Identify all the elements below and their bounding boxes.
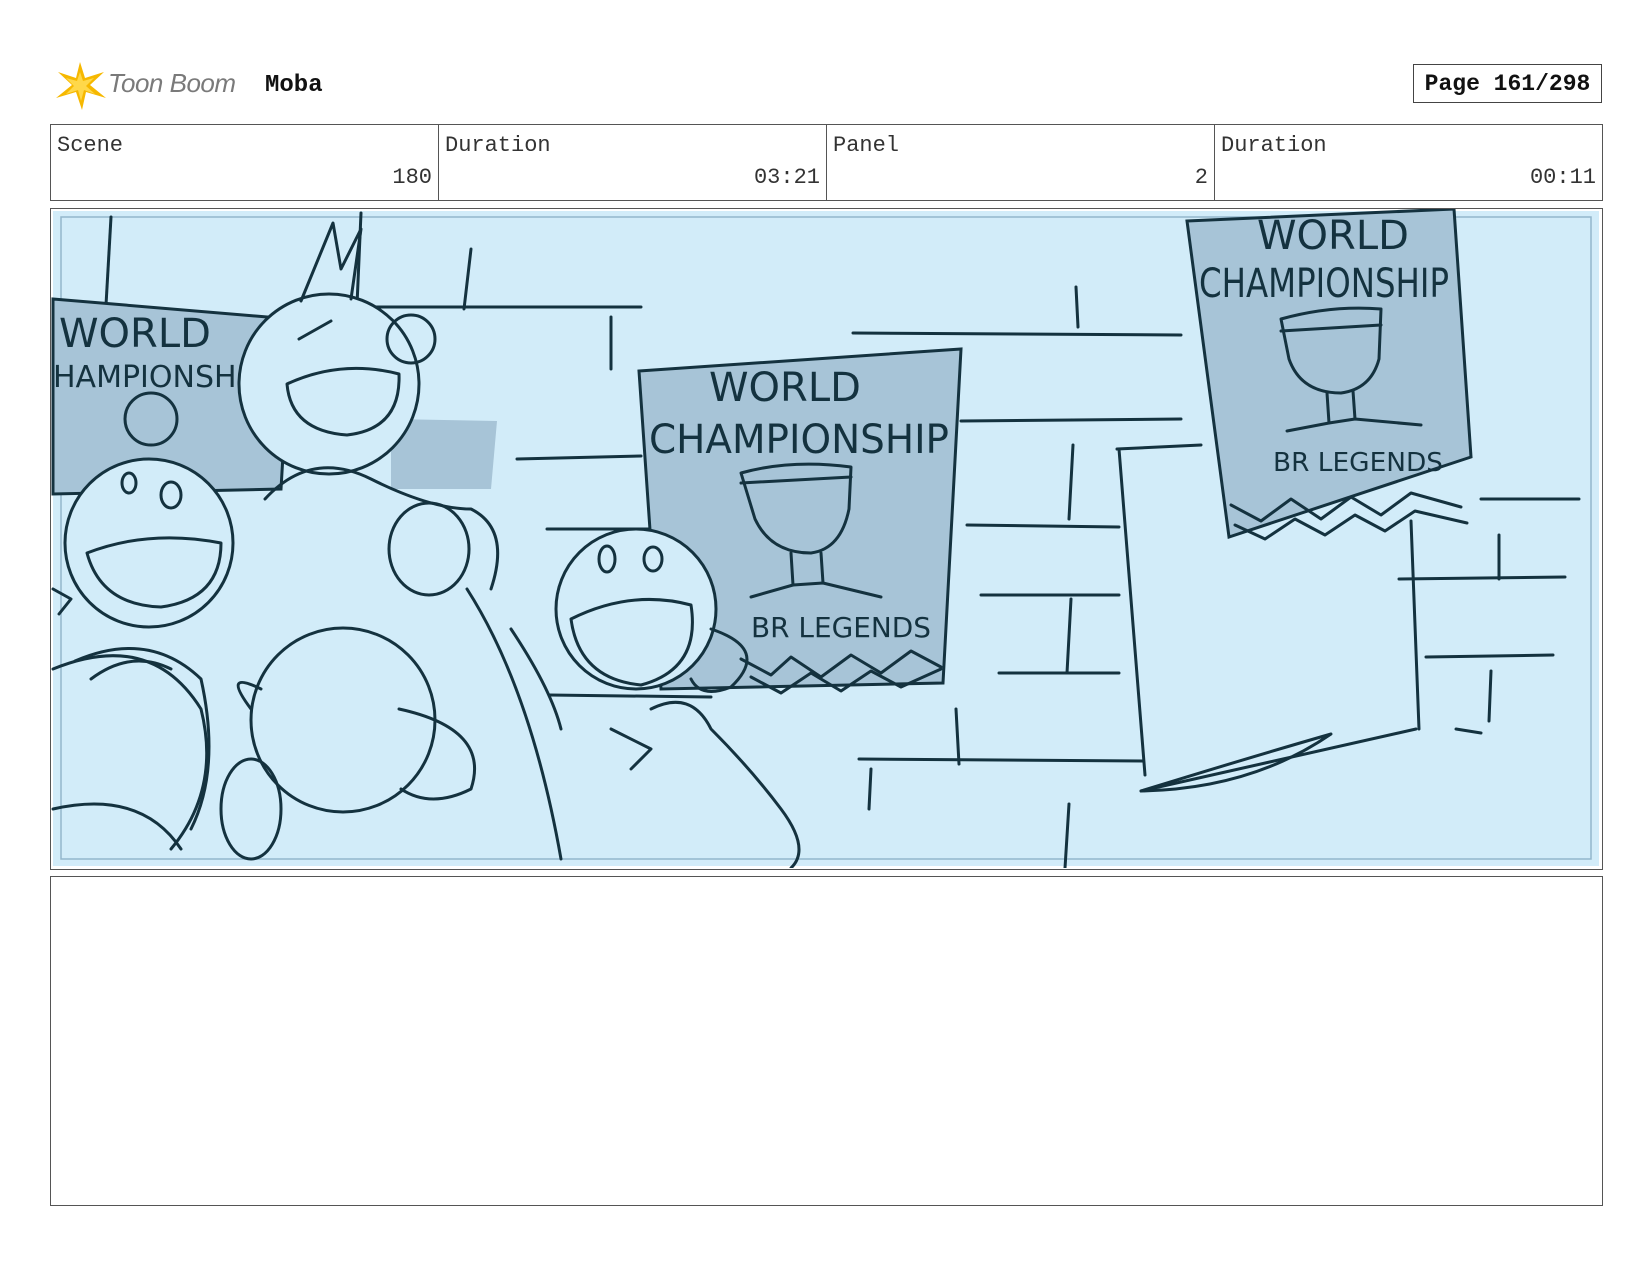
poster-center-line3: BR LEGENDS xyxy=(751,611,931,644)
toon-boom-logo: Toon Boom xyxy=(52,58,252,112)
project-title: Moba xyxy=(265,72,323,99)
poster-left-line1: WORLD xyxy=(59,311,211,357)
page-indicator: Page 161/298 xyxy=(1413,64,1602,103)
poster-center-line1: WORLD xyxy=(709,365,861,411)
panel-notes xyxy=(50,876,1603,1206)
poster-right-line3: BR LEGENDS xyxy=(1273,448,1443,478)
scene-value: 180 xyxy=(392,165,432,190)
panel-info-row: Scene 180 Duration 03:21 Panel 2 Duratio… xyxy=(50,124,1603,201)
scene-cell: Scene 180 xyxy=(51,125,439,200)
panel-cell: Panel 2 xyxy=(827,125,1215,200)
scene-duration-cell: Duration 03:21 xyxy=(439,125,827,200)
scene-duration-value: 03:21 xyxy=(753,165,820,190)
panel-duration-value: 00:11 xyxy=(1529,165,1596,190)
panel-value: 2 xyxy=(1194,165,1208,190)
starburst-icon xyxy=(56,62,106,110)
panel-duration-cell: Duration 00:11 xyxy=(1215,125,1602,200)
panel-duration-label: Duration xyxy=(1221,133,1327,158)
poster-left-line2: HAMPIONSHI xyxy=(53,360,245,395)
panel-label: Panel xyxy=(833,133,900,158)
scene-duration-label: Duration xyxy=(445,133,551,158)
poster-center-line2: CHAMPIONSHIP xyxy=(649,417,949,463)
storyboard-sketch: WORLD HAMPIONSHI WORLD CHAMPIONSHIP BR L… xyxy=(51,209,1599,868)
storyboard-panel: WORLD HAMPIONSHI WORLD CHAMPIONSHIP BR L… xyxy=(50,208,1603,870)
scene-label: Scene xyxy=(57,133,124,158)
poster-right-line1: WORLD xyxy=(1257,213,1409,259)
poster-right-line2: CHAMPIONSHIP xyxy=(1199,261,1449,307)
logo-text: Toon Boom xyxy=(108,68,236,98)
